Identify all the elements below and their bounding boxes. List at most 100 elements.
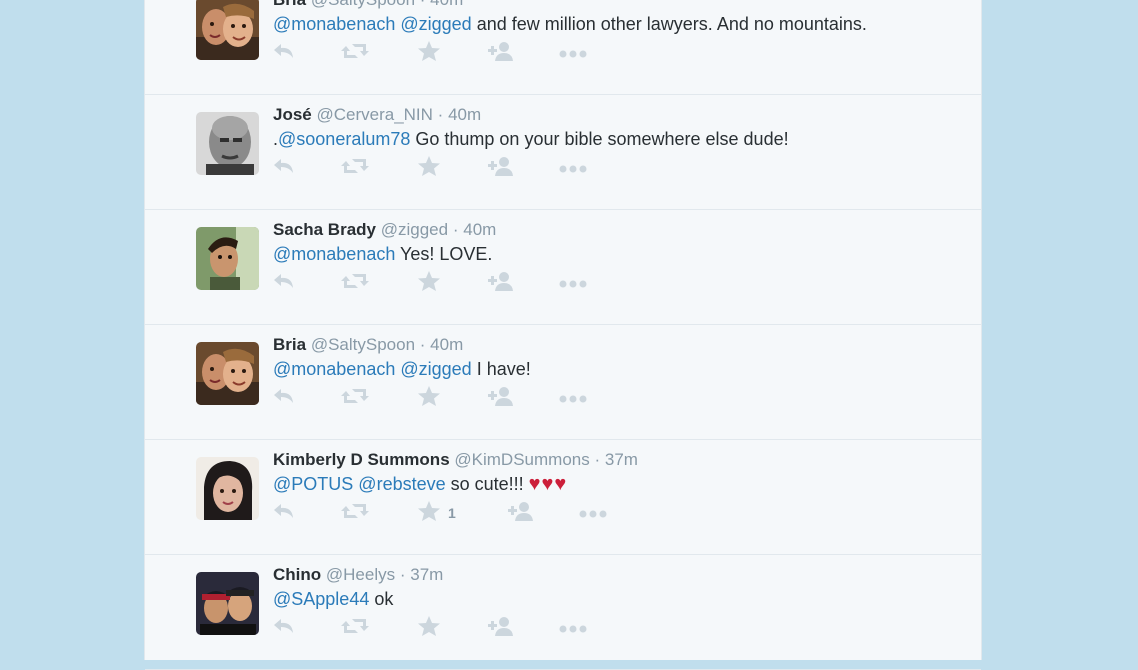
retweet-icon [341,617,369,639]
follow-icon [488,616,516,640]
follow-button[interactable] [488,157,516,179]
tweet-text: .@sooneralum78 Go thump on your bible so… [273,127,961,151]
fullname[interactable]: Bria [273,335,306,354]
separator-dot: · [594,450,601,469]
tweet[interactable]: Bria @SaltySpoon · 40m@monabenach @zigge… [145,325,981,440]
favorite-button[interactable]: 1 [418,501,456,524]
username[interactable]: @SaltySpoon [311,335,415,354]
more-icon [559,275,587,292]
favorite-button[interactable] [418,386,440,410]
follow-icon [488,271,516,295]
mention-link[interactable]: @SApple44 [273,589,369,609]
favorite-button[interactable] [418,271,440,294]
avatar[interactable] [196,112,259,175]
favorite-button[interactable] [418,616,440,640]
mention-link[interactable]: @zigged [400,359,471,379]
tweet-header: Chino @Heelys · 37m [273,564,961,586]
retweet-button[interactable] [341,272,369,294]
more-button[interactable] [579,502,607,524]
fullname[interactable]: Sacha Brady [273,220,376,239]
heart-emoji: ♥♥♥ [528,473,568,495]
more-button[interactable] [559,272,587,294]
tweet-text: @SApple44 ok [273,587,961,611]
avatar[interactable] [196,572,259,635]
mention-link[interactable]: @monabenach [273,359,395,379]
timestamp[interactable]: 40m [430,0,463,9]
avatar[interactable] [196,227,259,290]
favorite-icon [418,156,440,180]
retweet-icon [341,157,369,179]
more-button[interactable] [559,42,587,64]
retweet-button[interactable] [341,42,369,64]
reply-button[interactable] [273,157,295,179]
mention-link[interactable]: @monabenach [273,244,395,264]
more-button[interactable] [559,387,587,409]
favorite-icon [418,386,440,410]
follow-button[interactable] [488,272,516,294]
tweet-text: @POTUS @rebsteve so cute!!! ♥♥♥ [273,472,961,496]
mention-link[interactable]: @rebsteve [358,474,445,494]
fullname[interactable]: Kimberly D Summons [273,450,450,469]
follow-button[interactable] [508,502,536,524]
more-button[interactable] [559,617,587,639]
tweet-text-segment: Yes! LOVE. [395,244,493,264]
timestamp[interactable]: 40m [463,220,496,239]
favorite-button[interactable] [418,156,440,180]
reply-button[interactable] [273,387,295,409]
tweet-text-segment: so cute!!! [445,474,529,494]
username[interactable]: @Cervera_NIN [316,105,432,124]
tweet-header: Kimberly D Summons @KimDSummons · 37m [273,449,961,471]
tweet-text: @monabenach @zigged I have! [273,357,961,381]
timestamp[interactable]: 37m [410,565,443,584]
tweet[interactable]: Kimberly D Summons @KimDSummons · 37m @PO… [145,440,981,555]
separator-dot: · [420,0,426,9]
reply-icon [273,387,295,409]
retweet-icon [341,502,369,524]
retweet-button[interactable] [341,617,369,639]
mention-link[interactable]: @POTUS [273,474,353,494]
reply-icon [273,272,295,294]
retweet-button[interactable] [341,502,369,524]
username[interactable]: @KimDSummons [454,450,589,469]
follow-button[interactable] [488,42,516,64]
favorite-button[interactable] [418,41,440,64]
timestamp[interactable]: 40m [430,335,463,354]
favorite-icon [418,616,440,640]
fullname[interactable]: Bria [273,0,306,9]
reply-button[interactable] [273,272,295,294]
tweet[interactable]: Chino @Heelys · 37m @SApple44 ok [145,555,981,670]
tweet-header: Bria @SaltySpoon · 40m [273,334,961,356]
timestamp[interactable]: 37m [605,450,638,469]
tweet-content: Kimberly D Summons @KimDSummons · 37m @PO… [273,449,961,496]
follow-button[interactable] [488,617,516,639]
avatar[interactable] [196,0,259,60]
more-icon [559,620,587,637]
username[interactable]: @Heelys [326,565,395,584]
username[interactable]: @zigged [381,220,448,239]
follow-icon [488,41,516,65]
tweet[interactable]: Sacha Brady @zigged · 40m @monabenach Yes… [145,210,981,325]
avatar[interactable] [196,342,259,405]
tweet-content: Bria @SaltySpoon · 40m@monabenach @zigge… [273,334,961,381]
separator-dot: · [399,565,406,584]
tweet[interactable]: Bria @SaltySpoon · 40m @monabenach @zigge… [145,0,981,95]
timestamp[interactable]: 40m [448,105,481,124]
reply-button[interactable] [273,617,295,639]
reply-button[interactable] [273,502,295,524]
retweet-button[interactable] [341,157,369,179]
avatar[interactable] [196,457,259,520]
mention-link[interactable]: @monabenach [273,14,395,34]
retweet-button[interactable] [341,387,369,409]
username[interactable]: @SaltySpoon [311,0,415,9]
reply-button[interactable] [273,42,295,64]
more-button[interactable] [559,157,587,179]
follow-button[interactable] [488,387,516,409]
fullname[interactable]: Chino [273,565,321,584]
more-icon [559,390,587,407]
tweet-text: @monabenach @zigged and few million othe… [273,12,961,36]
mention-link[interactable]: @sooneralum78 [278,129,410,149]
reply-icon [273,42,295,64]
mention-link[interactable]: @zigged [400,14,471,34]
fullname[interactable]: José [273,105,312,124]
tweet[interactable]: José @Cervera_NIN · 40m .@sooneralum78 Go… [145,95,981,210]
